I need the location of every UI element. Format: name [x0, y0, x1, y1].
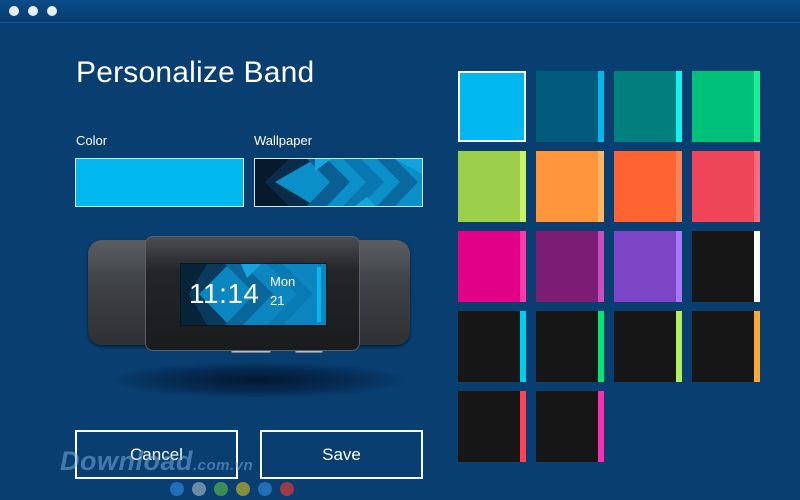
color-swatch[interactable]	[458, 231, 526, 302]
title-bar	[0, 0, 800, 23]
color-swatch[interactable]	[614, 311, 682, 382]
watermark-dot	[192, 482, 206, 496]
color-swatch[interactable]	[458, 391, 526, 462]
watermark-dot	[214, 482, 228, 496]
watermark-logo: Download.com.vn	[60, 446, 254, 476]
color-label: Color	[76, 133, 108, 148]
wallpaper-pattern-image	[255, 159, 422, 206]
color-preview-button[interactable]	[75, 158, 244, 207]
swatch-accent-strip	[676, 311, 682, 382]
color-swatch[interactable]	[458, 311, 526, 382]
color-swatch[interactable]	[692, 231, 760, 302]
swatch-accent-strip	[676, 231, 682, 302]
minimize-window-button[interactable]	[28, 6, 38, 16]
color-swatch[interactable]	[536, 311, 604, 382]
band-screen: 11:14 Mon 21	[180, 263, 327, 326]
color-swatch[interactable]	[692, 311, 760, 382]
color-swatch[interactable]	[536, 71, 604, 142]
swatch-accent-strip	[598, 391, 604, 462]
band-time: 11:14	[189, 278, 260, 309]
color-swatch[interactable]	[614, 71, 682, 142]
color-swatch[interactable]	[614, 151, 682, 222]
wallpaper-preview-button[interactable]	[254, 158, 423, 207]
band-shadow	[113, 362, 403, 398]
watermark-dot	[258, 482, 272, 496]
swatch-accent-strip	[754, 311, 760, 382]
band-day: Mon	[270, 274, 296, 289]
swatch-accent-strip	[676, 71, 682, 142]
swatch-accent-strip	[520, 311, 526, 382]
watermark-dot	[280, 482, 294, 496]
swatch-accent-strip	[598, 311, 604, 382]
band-preview: 11:14 Mon 21	[85, 234, 415, 404]
swatch-accent-strip	[520, 151, 526, 222]
zoom-window-button[interactable]	[47, 6, 57, 16]
wallpaper-label: Wallpaper	[254, 133, 313, 148]
color-swatch[interactable]	[614, 231, 682, 302]
color-swatch[interactable]	[536, 151, 604, 222]
swatch-accent-strip	[754, 151, 760, 222]
swatch-accent-strip	[676, 151, 682, 222]
swatch-accent-strip	[598, 71, 604, 142]
watermark-dot	[236, 482, 250, 496]
color-swatch[interactable]	[692, 151, 760, 222]
band-accent-bar	[317, 267, 321, 322]
swatch-accent-strip	[520, 231, 526, 302]
watermark-dot	[170, 482, 184, 496]
swatch-accent-strip	[598, 231, 604, 302]
swatch-accent-strip	[520, 391, 526, 462]
swatch-accent-strip	[754, 71, 760, 142]
color-swatch[interactable]	[692, 71, 760, 142]
color-swatch[interactable]	[458, 151, 526, 222]
swatch-accent-strip	[754, 231, 760, 302]
color-swatch[interactable]	[536, 391, 604, 462]
close-window-button[interactable]	[9, 6, 19, 16]
color-swatch[interactable]	[536, 231, 604, 302]
swatch-accent-strip	[598, 151, 604, 222]
band-date: 21	[270, 293, 285, 308]
color-swatch-grid	[458, 71, 760, 462]
color-swatch[interactable]	[458, 71, 526, 142]
page-title: Personalize Band	[76, 56, 315, 89]
save-button[interactable]: Save	[260, 430, 423, 479]
app-window: Personalize Band Color Wallpaper 11:14 M…	[0, 0, 800, 500]
